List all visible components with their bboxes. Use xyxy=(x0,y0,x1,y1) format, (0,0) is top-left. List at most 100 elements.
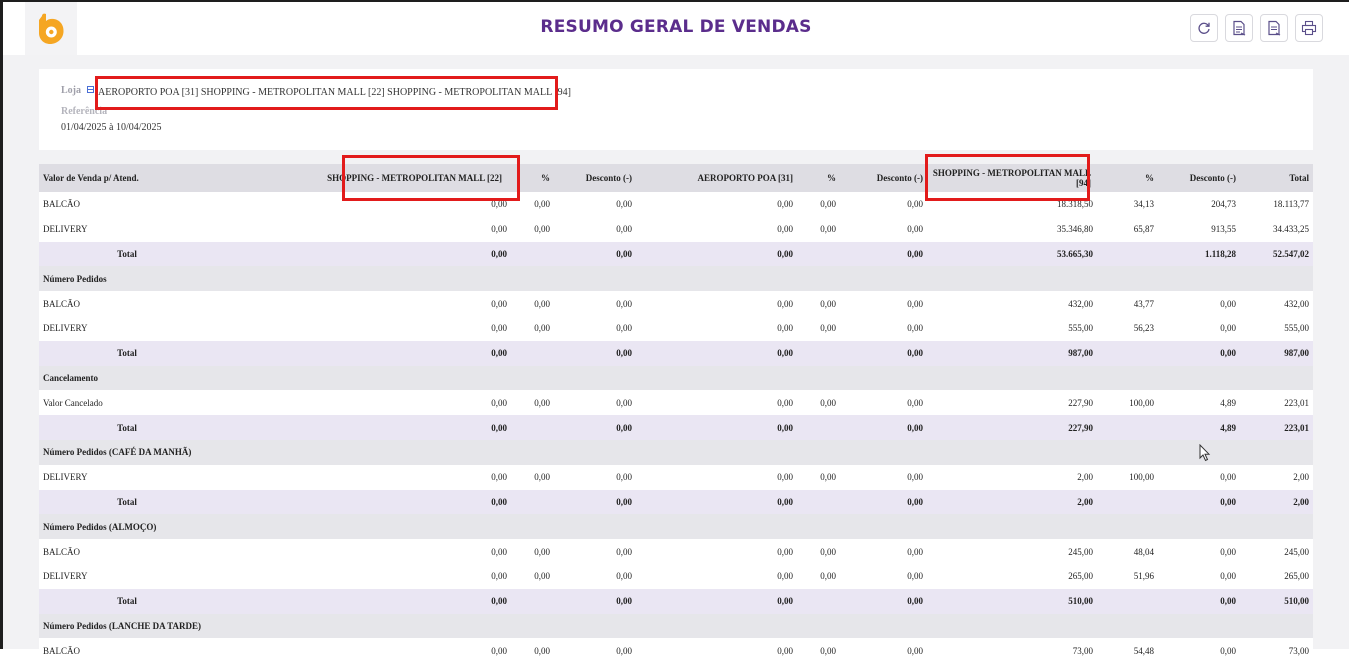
table-cell xyxy=(797,241,840,267)
table-cell: 0,00 xyxy=(554,315,636,341)
table-cell: 0,00 xyxy=(797,390,840,416)
table-cell: 0,00 xyxy=(840,315,927,341)
table-cell: 227,90 xyxy=(927,415,1097,440)
column-header[interactable]: Desconto (-) xyxy=(1158,164,1240,192)
table-cell: 0,00 xyxy=(511,638,554,663)
table-cell: 0,00 xyxy=(797,192,840,217)
table-cell: 265,00 xyxy=(927,563,1097,589)
table-cell: 2,00 xyxy=(1240,489,1313,515)
table-cell: 0,00 xyxy=(636,315,797,341)
table-cell: 0,00 xyxy=(840,192,927,217)
total-row: Total 0,00 0,00 0,00 0,00 987,00 0,00 987,00 xyxy=(39,340,1313,366)
table-cell: 1.118,28 xyxy=(1158,241,1240,267)
table-cell: 2,00 xyxy=(927,489,1097,515)
export-excel-icon xyxy=(1233,20,1246,36)
export-excel-button[interactable] xyxy=(1225,14,1253,42)
column-header[interactable]: AEROPORTO POA [31] xyxy=(636,164,797,192)
table-cell: 0,00 xyxy=(179,638,511,663)
table-cell: 0,00 xyxy=(179,539,511,564)
export-pdf-icon xyxy=(1268,20,1281,36)
export-pdf-button[interactable] xyxy=(1260,14,1288,42)
table-cell: 0,00 xyxy=(840,563,927,589)
section-header-row: Cancelamento xyxy=(39,365,1313,391)
table-cell: 0,00 xyxy=(554,192,636,217)
table-row: BALCÃO 0,00 0,00 0,00 0,00 0,00 0,00 18.318,50 3… xyxy=(39,192,1313,217)
column-header[interactable]: % xyxy=(1097,164,1158,192)
table-cell: 432,00 xyxy=(927,291,1097,316)
table-cell: 0,00 xyxy=(511,563,554,589)
row-label: Total xyxy=(39,340,179,366)
column-header[interactable]: Desconto (-) xyxy=(840,164,927,192)
table-cell: 555,00 xyxy=(1240,315,1313,341)
table-cell: 0,00 xyxy=(636,216,797,242)
table-row: BALCÃO 0,00 0,00 0,00 0,00 0,00 0,00 73,00 54,48… xyxy=(39,638,1313,663)
column-header[interactable]: Total xyxy=(1240,164,1313,192)
table-row: DELIVERY 0,00 0,00 0,00 0,00 0,00 0,00 265,00 51… xyxy=(39,563,1313,589)
table-cell: 0,00 xyxy=(636,588,797,614)
table-cell: 0,00 xyxy=(511,315,554,341)
table-cell: 245,00 xyxy=(1240,539,1313,564)
table-cell: 2,00 xyxy=(927,464,1097,490)
total-row: Total 0,00 0,00 0,00 0,00 227,90 4,89 223,01 xyxy=(39,415,1313,440)
table-cell: 0,00 xyxy=(840,216,927,242)
column-header[interactable]: % xyxy=(797,164,840,192)
table-cell: 555,00 xyxy=(927,315,1097,341)
table-cell: 0,00 xyxy=(797,315,840,341)
column-header[interactable]: Desconto (-) xyxy=(554,164,636,192)
section-title: Número Pedidos (CAFÉ DA MANHÃ) xyxy=(39,439,1313,465)
table-cell xyxy=(511,241,554,267)
table-cell: 0,00 xyxy=(511,464,554,490)
loja-label: Loja xyxy=(61,85,81,96)
table-cell: 265,00 xyxy=(1240,563,1313,589)
table-cell xyxy=(797,588,840,614)
table-cell: 0,00 xyxy=(179,216,511,242)
table-cell: 56,23 xyxy=(1097,315,1158,341)
table-cell: 0,00 xyxy=(840,588,927,614)
table-cell: 0,00 xyxy=(179,315,511,341)
total-row: Total 0,00 0,00 0,00 0,00 2,00 0,00 2,00 xyxy=(39,489,1313,515)
column-header[interactable]: SHOPPING - METROPOLITAN MALL [22] xyxy=(179,164,511,192)
table-body: BALCÃO 0,00 0,00 0,00 0,00 0,00 0,00 18.318,50 3… xyxy=(39,192,1313,663)
mouse-cursor-icon xyxy=(1199,444,1211,462)
total-row: Total 0,00 0,00 0,00 0,00 53.665,30 1.118,28 52… xyxy=(39,241,1313,267)
table-cell: 204,73 xyxy=(1158,192,1240,217)
table-cell xyxy=(797,415,840,440)
table-cell: 35.346,80 xyxy=(927,216,1097,242)
section-header-row: Número Pedidos (LANCHE DA TARDE) xyxy=(39,613,1313,639)
table-cell: 0,00 xyxy=(840,390,927,416)
table-cell: 18.318,50 xyxy=(927,192,1097,217)
table-row: DELIVERY 0,00 0,00 0,00 0,00 0,00 0,00 555,00 56… xyxy=(39,315,1313,341)
table-cell xyxy=(511,415,554,440)
table-cell: 0,00 xyxy=(554,464,636,490)
table-cell: 0,00 xyxy=(636,539,797,564)
table-cell: 223,01 xyxy=(1240,415,1313,440)
print-button[interactable] xyxy=(1295,14,1323,42)
table-row: Valor Cancelado 0,00 0,00 0,00 0,00 0,00 0,00 2… xyxy=(39,390,1313,416)
table-cell: 100,00 xyxy=(1097,464,1158,490)
table-cell xyxy=(511,489,554,515)
table-cell: 34.433,25 xyxy=(1240,216,1313,242)
table-cell: 100,00 xyxy=(1097,390,1158,416)
table-cell: 18.113,77 xyxy=(1240,192,1313,217)
collapse-icon[interactable] xyxy=(87,86,94,93)
referencia-value: 01/04/2025 à 10/04/2025 xyxy=(61,122,162,133)
column-header[interactable]: Valor de Venda p/ Atend. xyxy=(39,164,179,192)
section-title: Cancelamento xyxy=(39,365,1313,391)
table-cell: 0,00 xyxy=(797,216,840,242)
loja-value: AEROPORTO POA [31] SHOPPING - METROPOLIT… xyxy=(98,87,571,98)
table-cell: 432,00 xyxy=(1240,291,1313,316)
table-cell: 4,89 xyxy=(1158,390,1240,416)
column-header[interactable]: SHOPPING - METROPOLITAN MALL [94] xyxy=(927,164,1097,192)
table-cell: 48,04 xyxy=(1097,539,1158,564)
row-label: Total xyxy=(39,489,179,515)
section-title: Número Pedidos (ALMOÇO) xyxy=(39,514,1313,540)
refresh-button[interactable] xyxy=(1190,14,1218,42)
table-cell: 53.665,30 xyxy=(927,241,1097,267)
column-header[interactable]: % xyxy=(511,164,554,192)
report-content: Loja AEROPORTO POA [31] SHOPPING - METRO… xyxy=(3,55,1349,663)
table-row: BALCÃO 0,00 0,00 0,00 0,00 0,00 0,00 245,00 48,0… xyxy=(39,539,1313,564)
table-cell: 227,90 xyxy=(927,390,1097,416)
row-label: Total xyxy=(39,241,179,267)
table-row: DELIVERY 0,00 0,00 0,00 0,00 0,00 0,00 2,00 100,… xyxy=(39,464,1313,490)
table-cell: 0,00 xyxy=(511,539,554,564)
